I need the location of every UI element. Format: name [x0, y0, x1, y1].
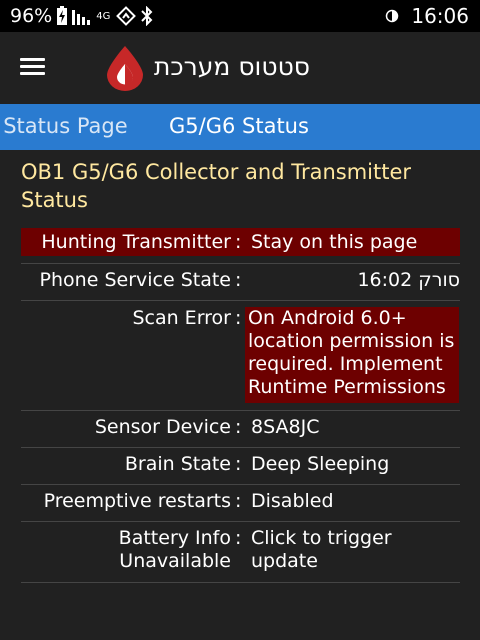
tab-status-page[interactable]: c Status Page	[0, 114, 128, 138]
row-label: Preemptive restarts	[43, 490, 231, 512]
divider	[21, 410, 460, 411]
blood-drop-logo	[103, 44, 147, 92]
network-type-label: 4G	[96, 11, 111, 22]
row-value: On Android 6.0+ location permission is r…	[245, 307, 459, 403]
battery-percent: 96%	[10, 5, 53, 27]
sync-icon	[116, 6, 137, 26]
row-colon: :	[235, 490, 242, 512]
row-label: Scan Error	[132, 307, 231, 329]
battery-update-link[interactable]: Click to trigger update	[251, 527, 460, 573]
row-colon: :	[235, 269, 242, 291]
tab-strip: c Status Page G5/G6 Status	[0, 104, 480, 150]
status-row-preemptive-restarts: Preemptive restarts : Disabled	[21, 490, 460, 518]
row-value: Disabled	[251, 490, 334, 512]
divider	[21, 300, 460, 301]
app-title: סטטוס מערכת	[154, 52, 311, 81]
row-value: 8SA8JC	[251, 416, 320, 438]
status-row-phone-service-state: Phone Service State : סורק 16:02	[21, 269, 460, 297]
battery-charging-icon	[56, 6, 68, 26]
divider	[21, 521, 460, 522]
divider	[21, 484, 460, 485]
row-colon: :	[235, 307, 242, 329]
row-colon: :	[235, 416, 242, 438]
row-value: Stay on this page	[251, 231, 418, 253]
status-row-scan-error: Scan Error : On Android 6.0+ location pe…	[21, 306, 460, 404]
clock: 16:06	[411, 4, 469, 28]
row-colon: :	[235, 527, 242, 549]
status-row-hunting-transmitter: Hunting Transmitter : Stay on this page	[21, 228, 460, 256]
row-colon: :	[235, 453, 242, 475]
page-heading: OB1 G5/G6 Collector and Transmitter Stat…	[21, 160, 412, 212]
app-bar: סטטוס מערכת	[0, 32, 480, 104]
row-label: Hunting Transmitter	[41, 231, 231, 253]
status-row-sensor-device: Sensor Device : 8SA8JC	[21, 416, 460, 444]
row-label: Phone Service State	[39, 269, 231, 291]
row-label: Battery Info Unavailable	[118, 527, 231, 572]
divider	[21, 263, 460, 264]
divider	[21, 447, 460, 448]
bluetooth-icon	[140, 6, 154, 26]
tab-g5-g6-status[interactable]: G5/G6 Status	[169, 114, 309, 138]
menu-icon[interactable]	[20, 54, 52, 82]
divider	[21, 582, 460, 583]
row-value: Deep Sleeping	[251, 453, 390, 475]
row-value: סורק 16:02	[357, 269, 460, 291]
row-colon: :	[235, 231, 242, 253]
row-label: Sensor Device	[94, 416, 231, 438]
status-row-battery-info[interactable]: Battery Info Unavailable : Click to trig…	[21, 527, 460, 577]
signal-icon	[72, 7, 94, 25]
status-row-brain-state: Brain State : Deep Sleeping	[21, 453, 460, 481]
data-saver-icon	[385, 9, 399, 23]
row-label: Brain State	[124, 453, 231, 475]
status-bar: 96% 4G 16:06	[0, 0, 480, 32]
